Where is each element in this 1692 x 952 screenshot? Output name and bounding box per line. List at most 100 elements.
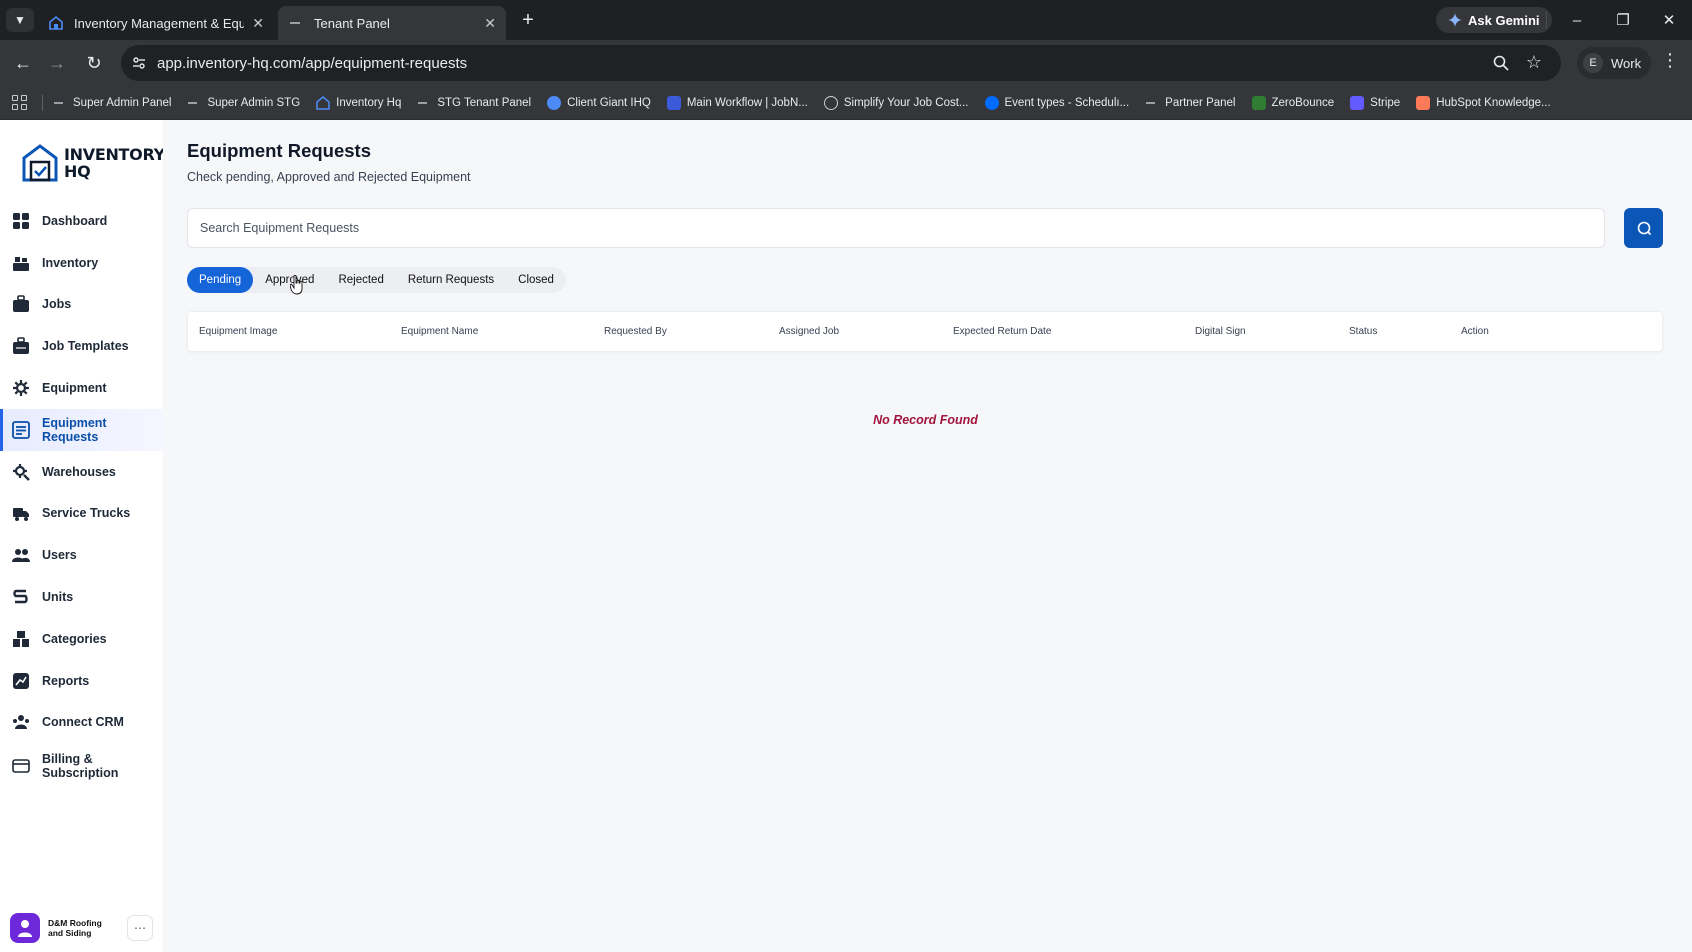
sidebar-item-billing-subscription[interactable]: Billing & Subscription [0, 743, 163, 789]
bookmark-star-icon[interactable]: ☆ [1523, 52, 1545, 74]
bookmark-label: Stripe [1370, 96, 1401, 109]
bookmark-label: Partner Panel [1165, 96, 1236, 109]
sidebar-item-label: Job Templates [42, 339, 129, 354]
account-switcher[interactable]: D&M Roofing and Siding ⋯ [10, 912, 153, 944]
sidebar-item-label: Units [42, 590, 74, 605]
gemini-sparkle-icon [1448, 13, 1462, 27]
apps-grid-icon[interactable] [12, 94, 28, 111]
bookmark-simplify-your-job-cost[interactable]: Simplify Your Job Cost... [823, 95, 969, 110]
bookmark-event-types-schedul[interactable]: Event types - Schedulı... [984, 95, 1129, 110]
main-content: Equipment Requests Check pending, Approv… [163, 120, 1692, 952]
sidebar-item-service-trucks[interactable]: Service Trucks [0, 493, 163, 535]
bookmark-stg-tenant-panel[interactable]: STG Tenant Panel [417, 96, 531, 110]
billing-icon [12, 759, 30, 774]
new-tab-button[interactable]: + [516, 9, 540, 33]
tab-search-chevron-icon[interactable]: ▼ [6, 8, 34, 32]
bookmark-main-workflow-jobn[interactable]: Main Workflow | JobN... [666, 95, 808, 110]
bookmark-partner-panel[interactable]: Partner Panel [1145, 96, 1236, 110]
site-settings-icon[interactable] [129, 53, 149, 73]
forward-arrow-icon[interactable]: → [43, 49, 71, 77]
close-tab-icon[interactable]: ✕ [252, 15, 264, 32]
bookmarks-bar: Super Admin Panel Super Admin STG Inventor… [0, 86, 1692, 120]
dash-icon [417, 96, 431, 110]
tab-closed[interactable]: Closed [506, 267, 566, 293]
profile-name: Work [1611, 55, 1642, 71]
browser-menu-icon[interactable]: ⋮ [1660, 50, 1680, 74]
sidebar-item-reports[interactable]: Reports [0, 660, 163, 702]
bookmark-label: Super Admin Panel [73, 96, 172, 109]
search-button[interactable] [1624, 208, 1663, 248]
zerobounce-icon [1251, 95, 1266, 110]
sidebar-item-categories[interactable]: Categories [0, 618, 163, 660]
browser-tab-strip: ▼ Inventory Management & Equipm ✕ Tenant… [0, 0, 1692, 40]
bookmark-zerobounce[interactable]: ZeroBounce [1251, 95, 1335, 110]
browser-tab-tenant-panel[interactable]: Tenant Panel ✕ [278, 6, 506, 40]
divider [1546, 12, 1547, 28]
column-header-equipment-image: Equipment Image [199, 326, 278, 337]
divider [42, 94, 43, 111]
tab-pending[interactable]: Pending [187, 267, 254, 293]
tab-rejected[interactable]: Rejected [326, 267, 395, 293]
column-header-assigned-job: Assigned Job [779, 326, 840, 337]
sidebar-item-label: Warehouses [42, 464, 116, 479]
zoom-icon[interactable] [1492, 54, 1512, 74]
dash-icon [1145, 96, 1159, 110]
circle-logo-icon [547, 95, 562, 110]
sidebar-item-label: Equipment Requests [42, 415, 107, 444]
sidebar-item-equipment[interactable]: Equipment [0, 367, 163, 409]
sidebar-item-label: Jobs [42, 297, 72, 312]
close-window-icon[interactable]: ✕ [1654, 6, 1684, 34]
bookmark-super-admin-panel[interactable]: Super Admin Panel [53, 96, 171, 110]
sidebar-item-dashboard[interactable]: Dashboard [0, 200, 163, 242]
app-logo[interactable]: INVENTORY HQ [22, 140, 165, 186]
status-tabs: Pending Approved Rejected Return Requests Cl… [187, 267, 566, 293]
sidebar-item-users[interactable]: Users [0, 534, 163, 576]
sidebar: INVENTORY HQ Dashboard Inventory Jobs Job T… [0, 120, 165, 952]
logo-text: INVENTORY HQ [64, 145, 165, 181]
empty-state-message: No Record Found [873, 413, 978, 427]
house-icon [316, 95, 330, 110]
reload-icon[interactable]: ↻ [80, 49, 108, 77]
crm-icon [13, 715, 29, 730]
bookmark-label: Main Workflow | JobN... [686, 96, 808, 109]
tab-return-requests[interactable]: Return Requests [396, 267, 506, 293]
sidebar-item-inventory[interactable]: Inventory [0, 242, 163, 284]
address-bar[interactable]: app.inventory-hq.com/app/equipment-reque… [121, 45, 1561, 81]
bookmark-stripe[interactable]: Stripe [1350, 95, 1401, 110]
sidebar-item-jobs[interactable]: Jobs [0, 284, 163, 326]
bookmark-label: ZeroBounce [1271, 96, 1335, 109]
sidebar-item-warehouses[interactable]: Warehouses [0, 451, 163, 493]
jobnimbus-icon [666, 95, 681, 110]
bookmark-super-admin-stg[interactable]: Super Admin STG [187, 96, 300, 110]
hubspot-icon [1416, 95, 1431, 110]
sidebar-item-label: Service Trucks [42, 506, 131, 521]
profile-button[interactable]: E Work [1577, 47, 1652, 79]
sidebar-item-label: Inventory [42, 255, 99, 270]
more-options-button[interactable]: ⋯ [127, 915, 153, 941]
bookmark-label: Super Admin STG [207, 96, 301, 109]
sidebar-item-job-templates[interactable]: Job Templates [0, 325, 163, 367]
warehouse-logo-icon [22, 144, 58, 182]
globe-icon [823, 95, 838, 110]
sidebar-item-equipment-requests[interactable]: Equipment Requests [0, 408, 163, 451]
mouse-pointer-icon [290, 275, 303, 295]
account-avatar [10, 913, 40, 943]
dash-icon [288, 15, 304, 31]
sidebar-item-units[interactable]: Units [0, 576, 163, 618]
ask-gemini-button[interactable]: Ask Gemini [1436, 7, 1552, 33]
minimize-icon[interactable]: – [1562, 6, 1592, 34]
search-input[interactable] [187, 208, 1605, 248]
dash-icon [53, 96, 67, 110]
url-text[interactable]: app.inventory-hq.com/app/equipment-reque… [157, 55, 467, 72]
browser-tab-inventory[interactable]: Inventory Management & Equipm ✕ [38, 6, 274, 40]
restore-icon[interactable]: ❐ [1608, 6, 1638, 34]
close-tab-icon[interactable]: ✕ [484, 15, 496, 32]
back-arrow-icon[interactable]: ← [9, 49, 37, 77]
bookmark-client-giant-ihq[interactable]: Client Giant IHQ [547, 95, 651, 110]
sidebar-item-connect-crm[interactable]: Connect CRM [0, 702, 163, 744]
bookmark-hubspot-knowledge[interactable]: HubSpot Knowledge... [1416, 95, 1551, 110]
warehouses-icon [13, 463, 30, 481]
equipment-requests-icon [12, 420, 30, 439]
bookmark-inventory-hq[interactable]: Inventory Hq [316, 95, 401, 110]
users-icon [12, 549, 30, 563]
